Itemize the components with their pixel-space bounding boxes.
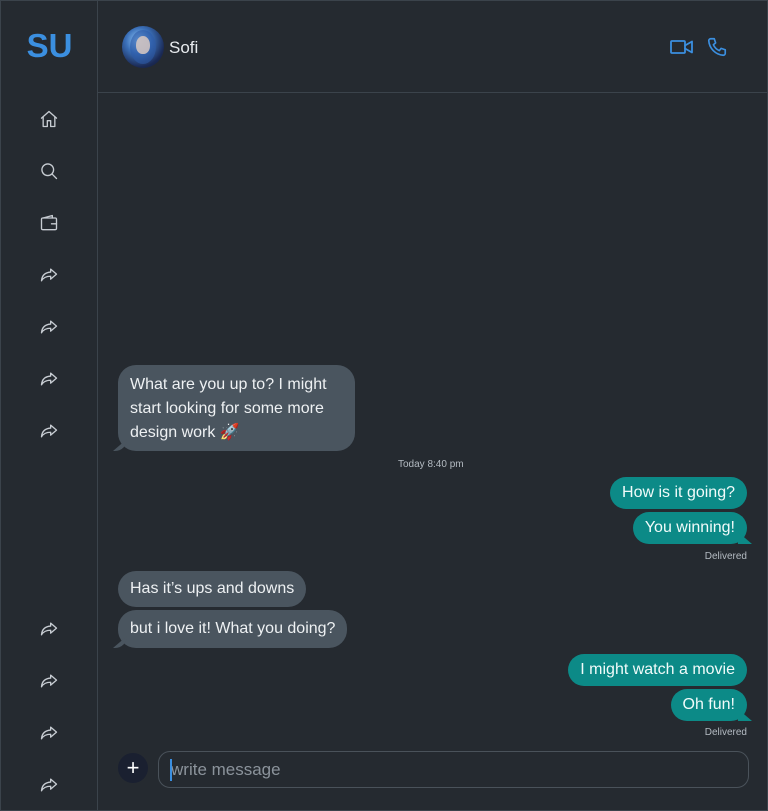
- wallet-icon[interactable]: [37, 211, 61, 235]
- message-incoming[interactable]: What are you up to? I might start lookin…: [118, 365, 355, 451]
- message-outgoing[interactable]: How is it going?: [610, 477, 747, 509]
- chat-header: Sofi: [98, 1, 767, 93]
- logo: SU: [26, 27, 73, 64]
- message-incoming[interactable]: Has it’s ups and downs: [118, 571, 307, 607]
- message-outgoing[interactable]: I might watch a movie: [568, 654, 747, 686]
- message-outgoing[interactable]: You winning!: [632, 512, 747, 544]
- avatar[interactable]: [122, 26, 164, 68]
- share-icon[interactable]: [37, 669, 61, 693]
- message-incoming[interactable]: but i love it! What you doing?: [118, 610, 348, 648]
- share-icon[interactable]: [37, 419, 61, 443]
- message-timestamp: Today 8:40 pm: [398, 459, 464, 470]
- text-caret: [170, 759, 172, 781]
- message-line: What are you up to? I might: [130, 376, 327, 393]
- home-icon[interactable]: [37, 107, 61, 131]
- search-icon[interactable]: [37, 159, 61, 183]
- share-icon[interactable]: [37, 773, 61, 797]
- contact-name[interactable]: Sofi: [169, 38, 198, 58]
- share-icon[interactable]: [37, 617, 61, 641]
- chat-app: SU Sofi What are you up to? I might star…: [0, 0, 768, 811]
- add-attachment-button[interactable]: +: [118, 753, 148, 783]
- message-input[interactable]: [158, 751, 749, 788]
- sidebar: SU: [1, 1, 98, 810]
- share-icon[interactable]: [37, 263, 61, 287]
- message-line: start looking for some more: [130, 400, 324, 417]
- share-icon[interactable]: [37, 367, 61, 391]
- delivered-status: Delivered: [704, 727, 747, 738]
- share-icon[interactable]: [37, 315, 61, 339]
- share-icon[interactable]: [37, 721, 61, 745]
- message-line: design work 🚀: [130, 424, 240, 441]
- video-call-icon[interactable]: [669, 35, 695, 59]
- delivered-status: Delivered: [704, 551, 747, 562]
- phone-icon[interactable]: [704, 35, 730, 59]
- message-outgoing[interactable]: Oh fun!: [670, 689, 747, 721]
